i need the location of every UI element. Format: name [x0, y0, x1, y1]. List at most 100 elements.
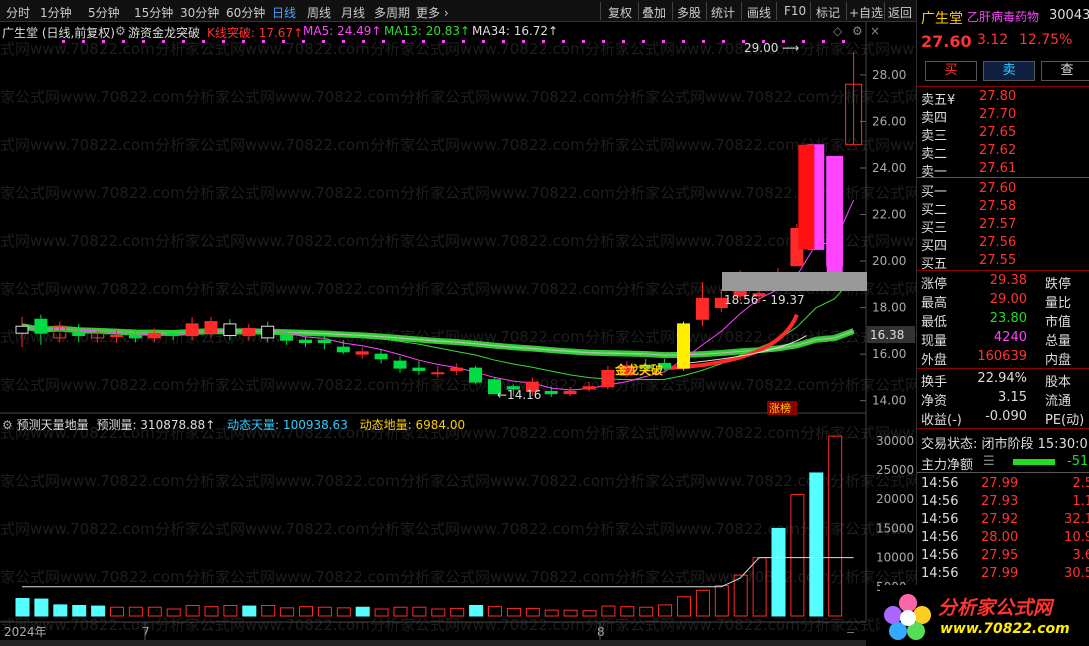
candle-body [147, 332, 161, 339]
candle-body [582, 386, 596, 390]
divider [706, 2, 707, 20]
candle-body [72, 332, 86, 337]
tick-row: 14:56 27.99 30.5 [921, 566, 1089, 581]
quote-panel: 广生堂 乙肝病毒药物 30043 27.60 3.12 12.75% 买 卖 查… [916, 0, 1089, 646]
volume-bar [714, 585, 729, 617]
volume-bar [677, 596, 691, 617]
watermark-text: 分析家公式网www.70822.com [155, 232, 370, 250]
more-tab[interactable]: 更多 › [416, 4, 449, 21]
divider [917, 472, 1089, 473]
volume-bar [601, 605, 616, 617]
diamond-icon[interactable]: ◇ [833, 24, 842, 38]
dash-mark [622, 40, 625, 43]
volume-bar [695, 589, 710, 617]
fuquan-button[interactable]: 复权 [608, 4, 632, 21]
range-label: 18.56 - 19.37 [724, 293, 805, 307]
back-button[interactable]: 返回 [888, 4, 912, 21]
settings-icon[interactable]: ⚙ [115, 24, 126, 38]
volume-bar [658, 604, 673, 617]
volume-bar [374, 608, 389, 617]
candle-body [826, 156, 843, 276]
close-icon[interactable]: × [870, 24, 880, 38]
mark-button[interactable]: 标记 [816, 4, 840, 21]
period-tab[interactable]: 1分钟 [40, 4, 72, 21]
period-tab-active[interactable]: 日线 [272, 4, 296, 21]
period-tab[interactable]: 分时 [6, 4, 30, 21]
divider [638, 2, 639, 20]
volume-bar [72, 604, 87, 617]
f10-button[interactable]: F10 [784, 4, 806, 18]
candle-body [450, 367, 464, 371]
ask-row: 卖三 27.65 [921, 125, 1017, 144]
volume-bar [204, 606, 219, 617]
candle-body [412, 367, 426, 371]
dash-mark [122, 40, 125, 43]
period-tab[interactable]: 月线 [341, 4, 365, 21]
dash-mark [202, 40, 205, 43]
volume-bar [809, 472, 824, 617]
volume-bar [317, 606, 332, 617]
list-icon[interactable]: ☰ [983, 454, 995, 469]
stats-button[interactable]: 统计 [711, 4, 735, 21]
volume-bar [223, 604, 238, 617]
volume-tick: 25000 [876, 463, 914, 477]
indicator-name[interactable]: 游资金龙突破 [128, 24, 200, 41]
watermark-text: 分析家公式网www.70822.com [370, 232, 585, 250]
settings-icon[interactable]: ⚙ [2, 418, 13, 432]
period-tab[interactable]: 60分钟 [226, 4, 265, 21]
watermark-text: 分析家公式网www.70822.com [370, 520, 585, 538]
volume-bar [336, 607, 351, 617]
price-pct: 12.75% [1019, 32, 1073, 48]
price-tick: 18.00 [872, 301, 906, 315]
period-tab[interactable]: 周线 [307, 4, 331, 21]
bid-row: 买一 27.60 [921, 181, 1017, 200]
period-tab[interactable]: 15分钟 [134, 4, 173, 21]
price-tick: 20.00 [872, 254, 906, 268]
candle-body [280, 335, 294, 341]
watermark-text: 分析家公式网www.70822.com [370, 136, 585, 154]
pred-volume: 预测量: 310878.88↑ [96, 418, 216, 432]
candle-body [204, 321, 218, 334]
candle-body [128, 335, 142, 339]
gear-icon[interactable]: ⚙ [852, 24, 863, 38]
kline-chart[interactable]: 分析家公式网www.70822.com分析家公式网www.70822.com分析… [0, 0, 916, 646]
watermark-text: 分析家公式网www.70822.com [155, 136, 370, 154]
watermark-text: 分析家公式网www.70822.com [185, 280, 400, 298]
volume-bar [450, 607, 465, 617]
vol-indicator-name[interactable]: 预测天量地量 [17, 418, 89, 432]
logo-text: 分析家公式网 [938, 597, 1053, 619]
divider [917, 177, 1089, 178]
multi-stock-button[interactable]: 多股 [677, 4, 701, 21]
volume-bar [280, 607, 295, 617]
sell-button[interactable]: 卖 [983, 61, 1035, 81]
volume-bar [431, 608, 446, 617]
volume-bar [53, 604, 68, 617]
price-tick: 28.00 [872, 68, 906, 82]
bid-row: 买五 27.55 [921, 253, 1017, 272]
tick-row: 14:56 27.93 1.1 [921, 494, 1089, 509]
divider [917, 270, 1089, 271]
buy-button[interactable]: 买 [925, 61, 977, 81]
volume-bar [393, 606, 408, 617]
stock-desc: 乙肝病毒药物 [967, 10, 1040, 24]
draw-button[interactable]: 画线 [747, 4, 771, 21]
watermark-text: 分析家公式网www.70822.com [585, 520, 800, 538]
watermark-text: 分析家公式网www.70822.com [155, 616, 370, 634]
period-tab[interactable]: 5分钟 [88, 4, 120, 21]
dyn-ground-volume: 动态地量: 6984.00 [359, 418, 466, 432]
add-watchlist-button[interactable]: +自选 [849, 4, 883, 21]
candle-body [798, 144, 815, 250]
dash-mark [402, 40, 405, 43]
overlay-button[interactable]: 叠加 [642, 4, 666, 21]
period-tab[interactable]: 30分钟 [180, 4, 219, 21]
divider [776, 2, 777, 20]
volume-tick: 15000 [876, 521, 914, 535]
watermark-text: 分析家公式网www.70822.com [185, 184, 400, 202]
dash-mark [682, 40, 685, 43]
period-tab[interactable]: 多周期 [374, 4, 410, 21]
divider [810, 2, 811, 20]
volume-bar [525, 607, 540, 617]
query-button[interactable]: 查 [1041, 61, 1089, 81]
watermark-text: 分析家公式网www.70822.com [400, 184, 615, 202]
candle-body [677, 323, 690, 369]
